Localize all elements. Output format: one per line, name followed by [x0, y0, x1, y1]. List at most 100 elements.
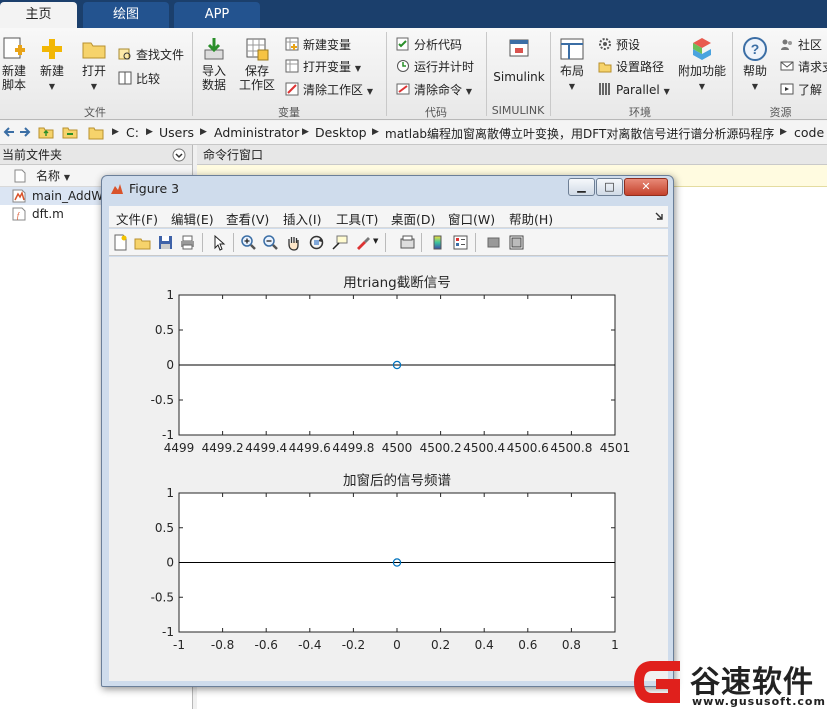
analyze-code-icon	[396, 37, 409, 51]
tab-home[interactable]: 主页	[0, 2, 77, 28]
maximize-button[interactable]: □	[596, 178, 623, 196]
breadcrumb-administrator[interactable]: Administrator	[214, 125, 299, 140]
x-tick-label: 1	[611, 638, 619, 652]
find-files-button[interactable]: 查找文件	[118, 46, 184, 64]
rotate-3d-icon[interactable]	[308, 234, 325, 251]
layout-icon	[560, 38, 584, 60]
figure-canvas[interactable]: 用triang截断信号 4499 4499.2 4499.4 4499.6 4499.8 4…	[109, 257, 668, 681]
breadcrumb-project-folder[interactable]: matlab编程加窗离散傅立叶变换，用DFT对离散信号进行谱分析源码程序	[385, 125, 774, 142]
dropdown-arrow-icon: ▼	[354, 64, 361, 73]
y-tick-label: -1	[162, 428, 174, 442]
save-icon[interactable]	[157, 234, 174, 251]
figure-title-bar[interactable]: Figure 3 ▁ □ ✕	[102, 176, 673, 202]
compare-button[interactable]: 比较	[118, 70, 160, 88]
back-arrow-icon[interactable]	[2, 125, 16, 139]
addons-button[interactable]: 附加功能 ▼	[676, 36, 728, 94]
dropdown-arrow-icon: ▼	[48, 82, 56, 91]
forward-arrow-icon[interactable]	[18, 125, 32, 139]
tab-plots[interactable]: 绘图	[83, 2, 169, 28]
breadcrumb-drive[interactable]: C:	[126, 125, 139, 140]
minimize-icon: ▁	[577, 180, 586, 193]
new-figure-icon[interactable]	[112, 234, 129, 251]
new-button[interactable]: 新建 ▼	[34, 36, 70, 94]
save-workspace-button[interactable]: 保存 工作区	[237, 36, 277, 92]
browse-folder-icon[interactable]	[62, 125, 78, 139]
print-icon[interactable]	[179, 234, 196, 251]
simulink-button[interactable]: Simulink	[492, 36, 546, 84]
clear-commands-icon	[396, 83, 410, 95]
brush-icon[interactable]	[354, 234, 371, 251]
x-tick-label: 4500	[382, 441, 413, 455]
breadcrumb-users[interactable]: Users	[159, 125, 194, 140]
breadcrumb-separator-icon: ▶	[302, 127, 309, 137]
menu-help[interactable]: 帮助(H)	[509, 209, 553, 228]
breadcrumb-code[interactable]: code	[794, 125, 824, 140]
new-script-button[interactable]: 新建 脚本	[0, 36, 28, 92]
parallel-button[interactable]: Parallel ▼	[598, 81, 670, 99]
request-support-button[interactable]: 请求支	[780, 58, 827, 76]
menu-file[interactable]: 文件(F)	[116, 209, 158, 228]
figure-window[interactable]: Figure 3 ▁ □ ✕ 文件(F) 编辑(E) 查看(V) 插入(I) 工…	[101, 175, 674, 687]
clear-workspace-button[interactable]: 清除工作区 ▼	[285, 81, 373, 99]
layout-button[interactable]: 布局 ▼	[556, 36, 588, 94]
clear-commands-button[interactable]: 清除命令 ▼	[396, 81, 472, 99]
help-icon: ?	[743, 37, 767, 61]
current-folder-header: 当前文件夹	[0, 145, 192, 165]
zoom-in-icon[interactable]	[240, 234, 257, 251]
pointer-icon[interactable]	[211, 234, 228, 251]
run-and-time-button[interactable]: 运行并计时	[396, 58, 474, 76]
up-folder-icon[interactable]	[38, 125, 54, 139]
simulink-icon	[509, 39, 529, 57]
analyze-code-button[interactable]: 分析代码	[396, 36, 462, 54]
zoom-out-icon[interactable]	[262, 234, 279, 251]
hide-plot-tools-icon[interactable]	[485, 234, 502, 251]
x-tick-label: 4500.6	[507, 441, 549, 455]
panel-menu-icon[interactable]	[172, 148, 186, 162]
dropdown-arrow-icon: ▼	[568, 82, 576, 91]
menu-desktop[interactable]: 桌面(D)	[391, 209, 435, 228]
open-variable-button[interactable]: 打开变量 ▼	[285, 58, 361, 76]
learn-button[interactable]: 了解	[780, 81, 822, 99]
menu-edit[interactable]: 编辑(E)	[171, 209, 214, 228]
open-button[interactable]: 打开 ▼	[76, 36, 112, 94]
x-tick-label: 0.6	[518, 638, 537, 652]
community-button[interactable]: 社区	[780, 36, 822, 54]
learn-icon	[780, 83, 794, 95]
minimize-button[interactable]: ▁	[568, 178, 595, 196]
tab-apps[interactable]: APP	[174, 2, 260, 28]
dropdown-arrow-icon: ▼	[663, 87, 670, 96]
set-path-button[interactable]: 设置路径	[598, 58, 664, 76]
matlab-logo-icon	[111, 184, 123, 194]
menu-view[interactable]: 查看(V)	[226, 209, 269, 228]
menu-insert[interactable]: 插入(I)	[283, 209, 321, 228]
new-script-icon	[3, 37, 25, 59]
x-tick-label: 4500.8	[550, 441, 592, 455]
import-data-button[interactable]: 导入 数据	[198, 36, 230, 92]
link-plot-icon[interactable]	[399, 234, 416, 251]
x-tick-label: -0.6	[254, 638, 277, 652]
brush-dropdown-icon[interactable]: ▼	[373, 237, 378, 245]
legend-icon[interactable]	[452, 234, 469, 251]
dock-arrow-icon[interactable]	[655, 212, 664, 221]
dropdown-arrow-icon: ▼	[465, 87, 472, 96]
close-button[interactable]: ✕	[624, 178, 668, 196]
import-icon	[204, 38, 224, 60]
breadcrumb-separator-icon: ▶	[200, 127, 207, 137]
open-file-icon[interactable]	[134, 234, 151, 251]
menu-tools[interactable]: 工具(T)	[336, 209, 378, 228]
y-tick-label: 0	[166, 358, 174, 372]
document-icon	[14, 169, 26, 183]
new-variable-button[interactable]: 新建变量	[285, 36, 351, 54]
menu-window[interactable]: 窗口(W)	[448, 209, 495, 228]
group-divider	[386, 32, 387, 116]
pan-icon[interactable]	[285, 234, 302, 251]
preferences-button[interactable]: 预设	[598, 36, 640, 54]
colorbar-icon[interactable]	[429, 234, 446, 251]
data-cursor-icon[interactable]	[331, 234, 348, 251]
grid-save-icon	[246, 38, 269, 61]
show-plot-tools-icon[interactable]	[508, 234, 525, 251]
breadcrumb-desktop[interactable]: Desktop	[315, 125, 367, 140]
breadcrumb-separator-icon: ▶	[112, 127, 119, 137]
community-icon	[781, 39, 792, 50]
help-button[interactable]: ? 帮助 ▼	[738, 36, 772, 94]
